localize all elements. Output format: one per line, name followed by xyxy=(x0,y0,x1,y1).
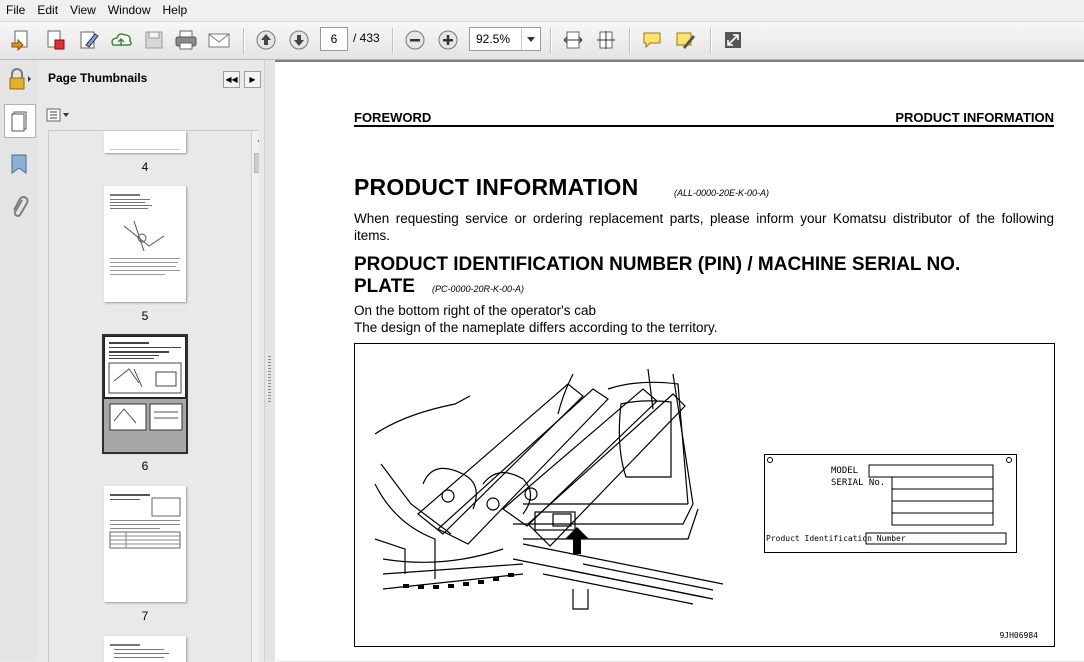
next-page-icon[interactable] xyxy=(286,28,312,52)
section-heading: PRODUCT INFORMATION xyxy=(354,174,639,200)
section-code: (ALL-0000-20E-K-00-A) xyxy=(674,188,770,198)
zoom-select[interactable]: 92.5% xyxy=(469,27,541,51)
thumbnails-scrollbar[interactable]: ▲ xyxy=(251,131,259,662)
header-rule xyxy=(354,125,1054,127)
intro-paragraph: When requesting service or ordering repl… xyxy=(354,211,1054,243)
full-screen-icon[interactable] xyxy=(720,28,746,52)
nameplate-diagram: MODEL SERIAL No. Product Identification … xyxy=(764,454,1017,553)
scrollbar-thumb[interactable] xyxy=(254,153,259,173)
chevron-down-icon[interactable] xyxy=(521,28,540,50)
save-icon[interactable] xyxy=(141,28,167,52)
options-menu-icon[interactable] xyxy=(46,107,72,123)
menu-window[interactable]: Window xyxy=(102,0,157,21)
page-total: / 433 xyxy=(353,31,380,45)
scroll-up-icon[interactable]: ▲ xyxy=(252,131,259,147)
location-text: On the bottom right of the operator's ca… xyxy=(354,303,596,318)
open-icon[interactable] xyxy=(8,28,34,52)
create-pdf-icon[interactable] xyxy=(42,28,68,52)
page-header-right: PRODUCT INFORMATION xyxy=(895,110,1054,125)
menu-edit[interactable]: Edit xyxy=(31,0,64,21)
design-note: The design of the nameplate differs acco… xyxy=(354,320,718,335)
print-icon[interactable] xyxy=(173,28,199,52)
menu-bar: File Edit View Window Help xyxy=(0,0,1084,22)
thumbnail-page-6[interactable] xyxy=(102,334,188,454)
previous-page-icon[interactable] xyxy=(253,28,279,52)
edit-icon[interactable] xyxy=(76,28,102,52)
expand-panel-icon[interactable]: ▶ xyxy=(244,71,261,88)
cab-illustration xyxy=(374,368,724,610)
menu-file[interactable]: File xyxy=(0,0,31,21)
page-number-input[interactable]: 6 xyxy=(320,27,348,51)
email-icon[interactable] xyxy=(206,28,232,52)
fit-width-icon[interactable] xyxy=(560,28,586,52)
figure-code: 9JH06984 xyxy=(999,631,1038,640)
thumbnail-page-7[interactable] xyxy=(104,486,186,602)
zoom-in-icon[interactable] xyxy=(435,28,461,52)
thumbnail-label: 7 xyxy=(141,609,149,623)
pin-label: Product Identification Number xyxy=(766,534,906,543)
lock-icon[interactable] xyxy=(4,64,34,94)
document-view[interactable]: FOREWORD PRODUCT INFORMATION PRODUCT INF… xyxy=(275,60,1084,661)
subheading-line-2: PLATE xyxy=(354,276,415,297)
menu-view[interactable]: View xyxy=(64,0,102,21)
thumbnail-label: 6 xyxy=(141,459,149,473)
thumbnail-label: 5 xyxy=(141,309,149,323)
collapse-panel-icon[interactable]: ◀◀ xyxy=(223,71,240,88)
zoom-out-icon[interactable] xyxy=(402,28,428,52)
bookmarks-icon[interactable] xyxy=(4,150,34,180)
attachments-icon[interactable] xyxy=(4,192,34,222)
thumbnail-page-5[interactable] xyxy=(104,186,186,302)
nameplate-figure: MODEL SERIAL No. Product Identification … xyxy=(354,343,1055,647)
page-thumbnails-icon[interactable] xyxy=(4,104,36,138)
highlight-icon[interactable] xyxy=(672,28,698,52)
comment-icon[interactable] xyxy=(639,28,665,52)
panel-title: Page Thumbnails xyxy=(48,71,148,85)
navigation-strip xyxy=(0,60,39,661)
fit-page-icon[interactable] xyxy=(593,28,619,52)
panel-header: Page Thumbnails ◀◀ ▶ xyxy=(38,60,264,98)
menu-help[interactable]: Help xyxy=(157,0,194,21)
thumbnail-page-4[interactable] xyxy=(104,131,186,153)
thumbnail-label: 4 xyxy=(141,160,149,174)
zoom-value: 92.5% xyxy=(476,32,511,46)
subheading-code: (PC-0000-20R-K-00-A) xyxy=(432,284,525,294)
upload-cloud-icon[interactable] xyxy=(108,28,134,52)
document-page: FOREWORD PRODUCT INFORMATION PRODUCT INF… xyxy=(275,62,1084,661)
subheading-line-1: PRODUCT IDENTIFICATION NUMBER (PIN) / MA… xyxy=(354,254,961,275)
thumbnail-page-8[interactable] xyxy=(104,636,186,662)
thumbnails-list[interactable]: 4 5 6 7 xyxy=(48,130,259,662)
toolbar xyxy=(0,22,1084,60)
thumbnails-panel: Page Thumbnails ◀◀ ▶ 4 5 6 7 xyxy=(38,60,264,662)
serial-label: SERIAL No. xyxy=(831,478,886,488)
model-label: MODEL xyxy=(831,466,859,476)
page-header-left: FOREWORD xyxy=(354,110,432,125)
